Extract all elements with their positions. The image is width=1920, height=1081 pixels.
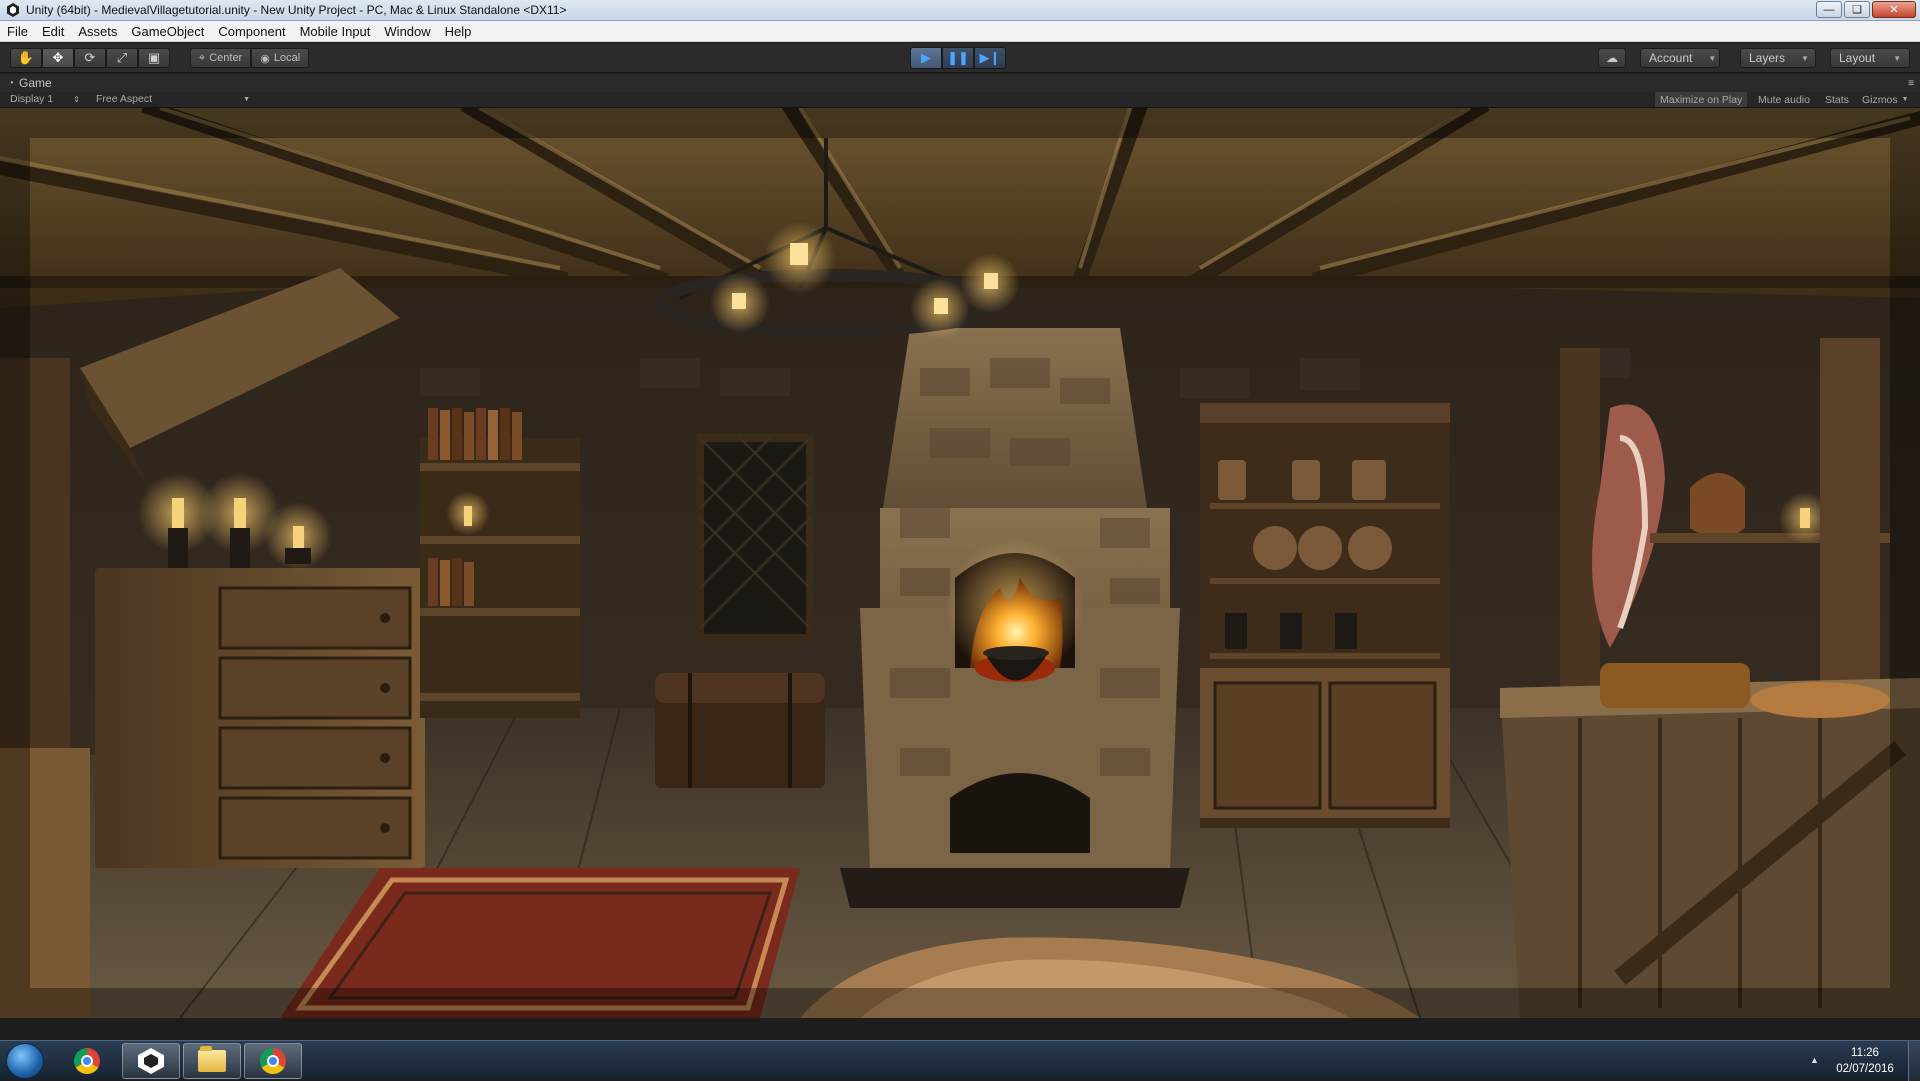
mute-label: Mute audio	[1758, 93, 1810, 106]
display-dropdown[interactable]: Display 1 ⇕	[10, 93, 80, 105]
cloud-icon: ☁	[1606, 51, 1618, 65]
transform-tools: ✋ ✥ ⟳ ⤢ ▣	[10, 48, 170, 68]
caret-down-icon: ▼	[1901, 96, 1909, 103]
local-icon: ◉	[260, 52, 270, 65]
pivot-toggles: ⌖ Center ◉ Local	[190, 48, 310, 68]
move-tool-button[interactable]: ✥	[42, 48, 74, 68]
rect-icon: ▣	[147, 50, 161, 65]
rect-tool-button[interactable]: ▣	[138, 48, 170, 68]
chrome-icon	[74, 1048, 100, 1074]
window-title-bar: Unity (64bit) - MedievalVillagetutorial.…	[0, 0, 1920, 21]
scale-tool-button[interactable]: ⤢	[106, 48, 138, 68]
taskbar-explorer[interactable]	[183, 1043, 241, 1079]
taskbar-unity[interactable]	[122, 1043, 180, 1079]
unity-app-icon	[7, 3, 19, 17]
pause-button[interactable]: ❚❚	[942, 47, 974, 69]
account-dropdown[interactable]: Account ▼	[1640, 48, 1720, 68]
layers-label: Layers	[1749, 51, 1786, 65]
menu-window[interactable]: Window	[377, 24, 437, 39]
window-title: Unity (64bit) - MedievalVillagetutorial.…	[26, 3, 567, 17]
mute-audio-toggle[interactable]: Mute audio	[1753, 92, 1815, 107]
stats-label: Stats	[1825, 93, 1849, 106]
show-desktop-button[interactable]	[1908, 1041, 1920, 1081]
pivot-icon: ⌖	[199, 51, 206, 64]
step-button[interactable]: ▶❙	[974, 47, 1006, 69]
game-tab-bar: ◔ Game ≡	[0, 74, 1920, 92]
step-icon: ▶❙	[979, 50, 1001, 65]
play-button[interactable]: ▶	[910, 47, 942, 69]
pivot-center-label: Center	[209, 52, 243, 64]
taskbar-chrome-2[interactable]	[244, 1043, 302, 1079]
game-tab-icon: ◔	[8, 77, 15, 89]
hand-icon: ✋	[17, 50, 35, 65]
layers-dropdown[interactable]: Layers ▼	[1740, 48, 1816, 68]
taskbar-chrome[interactable]	[58, 1043, 116, 1079]
clock-time: 11:26	[1851, 1047, 1879, 1059]
chrome-icon	[260, 1048, 286, 1074]
caret-down-icon: ▼	[1708, 53, 1717, 63]
pivot-local-label: Local	[273, 52, 301, 64]
maximize-on-play-toggle[interactable]: Maximize on Play	[1655, 92, 1748, 107]
restore-icon: ❏	[1852, 4, 1862, 16]
game-viewport[interactable]	[0, 108, 1920, 1018]
menu-edit[interactable]: Edit	[35, 24, 71, 39]
menu-help[interactable]: Help	[438, 24, 479, 39]
stats-toggle[interactable]: Stats	[1820, 92, 1854, 107]
minimize-button[interactable]: —	[1816, 1, 1842, 18]
editor-bottom-strip	[0, 1018, 1920, 1040]
pause-icon: ❚❚	[947, 50, 969, 65]
medieval-room-render	[0, 108, 1920, 1018]
tray-expand-icon[interactable]: ▲	[1810, 1055, 1819, 1065]
main-toolbar: ✋ ✥ ⟳ ⤢ ▣ ⌖ Center ◉ Local ▶ ❚❚ ▶❙ ☁ Acc…	[0, 43, 1920, 73]
caret-down-icon: ▼	[243, 95, 250, 103]
scale-icon: ⤢	[116, 50, 128, 65]
gizmos-label: Gizmos	[1862, 93, 1898, 106]
account-group: Account ▼	[1640, 48, 1720, 68]
play-controls: ▶ ❚❚ ▶❙	[910, 47, 1006, 69]
menu-assets[interactable]: Assets	[71, 24, 124, 39]
menu-mobile-input[interactable]: Mobile Input	[293, 24, 378, 39]
play-icon: ▶	[921, 50, 931, 65]
aspect-dropdown[interactable]: Free Aspect ▼	[96, 93, 250, 105]
hand-tool-button[interactable]: ✋	[10, 48, 42, 68]
account-label: Account	[1649, 51, 1693, 65]
move-icon: ✥	[52, 50, 64, 65]
layout-label: Layout	[1839, 51, 1876, 65]
game-tab[interactable]: ◔ Game	[0, 76, 52, 90]
display-label: Display 1	[10, 93, 54, 105]
close-icon: ✕	[1889, 4, 1899, 16]
rotate-tool-button[interactable]: ⟳	[74, 48, 106, 68]
close-button[interactable]: ✕	[1872, 1, 1916, 18]
unity-icon	[138, 1048, 164, 1074]
cloud-button[interactable]: ☁	[1598, 48, 1626, 68]
start-button[interactable]	[6, 1043, 44, 1079]
aspect-label: Free Aspect	[96, 93, 153, 105]
menu-component[interactable]: Component	[211, 24, 292, 39]
caret-down-icon: ▼	[1801, 53, 1809, 63]
tab-menu-icon[interactable]: ≡	[1908, 78, 1914, 89]
rotate-icon: ⟳	[84, 50, 96, 65]
updown-icon: ⇕	[73, 94, 80, 104]
clock-date: 02/07/2016	[1836, 1063, 1894, 1075]
game-view-toolbar: Display 1 ⇕ Free Aspect ▼ Maximize on Pl…	[0, 92, 1920, 108]
restore-button[interactable]: ❏	[1844, 1, 1870, 18]
taskbar: ▲ 11:26 02/07/2016	[0, 1040, 1920, 1081]
folder-icon	[198, 1046, 226, 1072]
minimize-icon: —	[1823, 3, 1835, 16]
pivot-center-button[interactable]: ⌖ Center	[190, 48, 252, 68]
menu-bar: File Edit Assets GameObject Component Mo…	[0, 21, 1920, 42]
layout-dropdown[interactable]: Layout ▼	[1830, 48, 1910, 68]
system-clock[interactable]: 11:26 02/07/2016	[1830, 1045, 1900, 1077]
menu-file[interactable]: File	[0, 24, 35, 39]
collab-group: ☁	[1598, 48, 1626, 68]
game-tab-label: Game	[19, 76, 52, 90]
pivot-local-button[interactable]: ◉ Local	[251, 48, 310, 68]
layout-group: Layout ▼	[1830, 48, 1910, 68]
menu-gameobject[interactable]: GameObject	[124, 24, 211, 39]
layers-group: Layers ▼	[1740, 48, 1816, 68]
caret-down-icon: ▼	[1893, 53, 1901, 63]
maximize-label: Maximize on Play	[1660, 93, 1743, 106]
gizmos-dropdown[interactable]: Gizmos ▼	[1857, 92, 1914, 107]
